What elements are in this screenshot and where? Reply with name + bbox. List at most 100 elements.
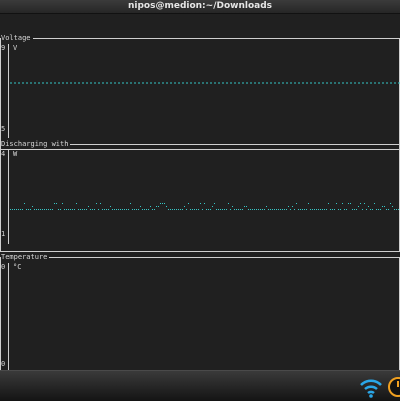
trace-dot [316, 209, 317, 210]
trace-dot [320, 209, 321, 210]
trace-dot [50, 209, 51, 210]
voltage-tick-bottom: 5 [1, 125, 6, 133]
trace-dot [64, 209, 65, 210]
trace-dot [94, 209, 95, 210]
trace-dot [174, 209, 175, 210]
trace-dot [206, 209, 207, 210]
trace-dot [220, 209, 221, 210]
trace-dot [158, 206, 159, 207]
trace-dot [340, 209, 341, 210]
trace-dot [312, 209, 313, 210]
terminal-window: nipos@medion:~/Downloads Voltage 9 V 5 D… [0, 0, 400, 401]
trace-dot [144, 209, 145, 210]
trace-dot [182, 209, 183, 210]
trace-dot [244, 206, 245, 207]
trace-dot [130, 203, 131, 204]
trace-dot [248, 209, 249, 210]
trace-dot [70, 209, 71, 210]
trace-dot [290, 209, 291, 210]
trace-dot [346, 209, 347, 210]
trace-dot [116, 209, 117, 210]
trace-dot [394, 209, 395, 210]
trace-dot [364, 203, 365, 204]
title-bar[interactable]: nipos@medion:~/Downloads [0, 0, 400, 14]
discharging-panel: Discharging with 4 W 1 [0, 140, 400, 252]
trace-dot [38, 209, 39, 210]
trace-dot [390, 203, 391, 204]
trace-dot [322, 209, 323, 210]
trace-dot [90, 209, 91, 210]
trace-dot [78, 209, 79, 210]
trace-dot [342, 203, 343, 204]
trace-dot [226, 209, 227, 210]
trace-dot [192, 209, 193, 210]
trace-dot [354, 209, 355, 210]
trace-dot [14, 209, 15, 210]
trace-dot [68, 209, 69, 210]
trace-dot [134, 209, 135, 210]
trace-dot [294, 209, 295, 210]
trace-dot [198, 209, 199, 210]
trace-dot [304, 209, 305, 210]
wifi-icon[interactable] [358, 374, 384, 400]
trace-dot [388, 209, 389, 210]
trace-dot [348, 203, 349, 204]
trace-dot [28, 209, 29, 210]
trace-dot [24, 203, 25, 204]
trace-dot [366, 209, 367, 210]
trace-dot [270, 209, 271, 210]
trace-dot [358, 206, 359, 207]
trace-dot [344, 209, 345, 210]
trace-dot [44, 209, 45, 210]
terminal-area[interactable]: Voltage 9 V 5 Discharging with 4 W 1 Tem… [0, 14, 400, 377]
trace-dot [170, 209, 171, 210]
trace-dot [162, 203, 163, 204]
trace-dot [380, 209, 381, 210]
temperature-tick-bottom: 0 [1, 360, 6, 368]
trace-dot [140, 206, 141, 207]
trace-dot [36, 209, 37, 210]
trace-dot [332, 209, 333, 210]
trace-dot [172, 209, 173, 210]
trace-dot [396, 209, 397, 210]
power-icon[interactable] [386, 375, 400, 399]
trace-dot [30, 209, 31, 210]
trace-dot [214, 203, 215, 204]
trace-dot [338, 209, 339, 210]
trace-dot [62, 203, 63, 204]
trace-dot [336, 203, 337, 204]
trace-dot [128, 209, 129, 210]
trace-dot [276, 209, 277, 210]
trace-dot [142, 209, 143, 210]
trace-dot [54, 203, 55, 204]
trace-dot [272, 209, 273, 210]
trace-dot [238, 209, 239, 210]
trace-dot [326, 209, 327, 210]
trace-dot [196, 209, 197, 210]
trace-dot [148, 209, 149, 210]
trace-dot [126, 209, 127, 210]
trace-dot [110, 206, 111, 207]
trace-dot [58, 209, 59, 210]
discharging-y-axis [8, 150, 9, 244]
trace-dot [96, 203, 97, 204]
trace-dot [300, 209, 301, 210]
trace-dot [104, 209, 105, 210]
trace-dot [350, 203, 351, 204]
voltage-panel: Voltage 9 V 5 [0, 34, 400, 150]
trace-dot [234, 209, 235, 210]
trace-dot [324, 209, 325, 210]
trace-dot [356, 209, 357, 210]
trace-dot [264, 209, 265, 210]
trace-dot [34, 209, 35, 210]
trace-dot [20, 209, 21, 210]
trace-dot [102, 209, 103, 210]
trace-dot [310, 209, 311, 210]
trace-dot [268, 209, 269, 210]
trace-dot [124, 209, 125, 210]
trace-dot [146, 209, 147, 210]
trace-dot [118, 209, 119, 210]
trace-dot [82, 209, 83, 210]
trace-dot [178, 209, 179, 210]
trace-dot [398, 209, 399, 210]
